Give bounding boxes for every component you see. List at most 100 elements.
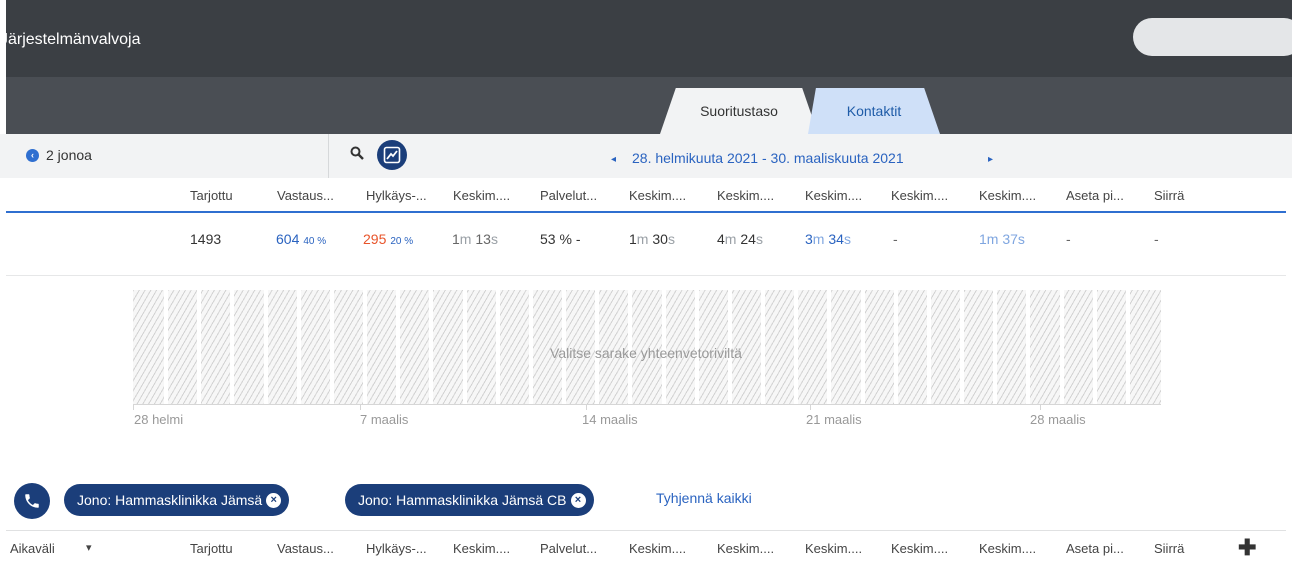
minutes-value: 1 (452, 231, 460, 247)
service-level-trend: - (575, 231, 581, 247)
column-header[interactable]: Aseta pi... (1066, 541, 1124, 556)
x-axis-label: 28 helmi (134, 412, 184, 427)
summary-answered-pct: 40 % (303, 236, 327, 247)
date-range-selector[interactable]: 28. helmikuuta 2021 - 30. maaliskuuta 20… (632, 150, 904, 166)
column-header[interactable]: Palvelut... (540, 541, 597, 556)
column-header-interval[interactable]: Aikaväli (10, 541, 55, 556)
x-axis-label: 7 maalis (360, 412, 409, 427)
tab-bar (6, 77, 1292, 134)
remove-chip-icon[interactable]: × (570, 492, 586, 508)
column-header[interactable]: Keskim.... (891, 541, 948, 556)
summary-avg-2[interactable]: 1m 30s (629, 231, 675, 247)
column-header[interactable]: Keskim.... (979, 188, 1036, 203)
x-tick (810, 404, 811, 410)
summary-avg-3[interactable]: 4m 24s (717, 231, 763, 247)
summary-offered[interactable]: 1493 (190, 231, 221, 247)
trend-chart-icon[interactable] (377, 140, 407, 170)
seconds-value: 13 (475, 231, 491, 247)
minutes-value: 4 (717, 231, 725, 247)
minutes-value: 3 (805, 231, 813, 247)
minutes-value: 1 (629, 231, 637, 247)
date-next-button[interactable]: ▸ (988, 154, 993, 165)
minutes-unit: m (812, 231, 825, 247)
column-header[interactable]: Tarjottu (190, 188, 233, 203)
seconds-value: 24 (740, 231, 756, 247)
minutes-unit: m (636, 231, 649, 247)
column-header[interactable]: Keskim.... (629, 188, 686, 203)
summary-avg-5[interactable]: - (893, 231, 898, 247)
seconds-value: 30 (652, 231, 668, 247)
phone-icon[interactable] (14, 483, 50, 519)
trend-chart-glyph (383, 146, 401, 164)
app-title: Järjestelmänvalvoja (0, 31, 141, 48)
global-search-input[interactable] (1133, 18, 1292, 56)
filter-chip[interactable]: Jono: Hammasklinikka Jämsä CB × (345, 484, 594, 516)
summary-answered-value: 604 (276, 231, 300, 247)
bottom-table-divider (6, 530, 1286, 531)
top-bar (0, 0, 1292, 77)
column-header[interactable]: Hylkäys-... (366, 188, 427, 203)
header-divider (6, 211, 1286, 213)
column-header[interactable]: Keskim.... (717, 188, 774, 203)
search-icon[interactable] (350, 146, 364, 160)
x-tick (133, 404, 134, 410)
x-tick (1040, 404, 1041, 410)
filter-chip[interactable]: Jono: Hammasklinikka Jämsä × (64, 484, 290, 516)
column-header[interactable]: Hylkäys-... (366, 541, 427, 556)
seconds-value: 34 (828, 231, 844, 247)
seconds-unit: s (755, 231, 763, 247)
column-header[interactable]: Keskim.... (979, 541, 1036, 556)
column-header[interactable]: Keskim.... (891, 188, 948, 203)
queue-count-link[interactable]: 2 jonoa (46, 147, 92, 163)
service-level-value: 53 % (540, 231, 572, 247)
minutes-unit: m (459, 231, 472, 247)
sort-dropdown-icon[interactable]: ▾ (86, 541, 92, 554)
seconds-unit: s (667, 231, 675, 247)
summary-avg-4[interactable]: 3m 34s (805, 231, 851, 247)
x-tick (360, 404, 361, 410)
tab-kontaktit[interactable]: Kontaktit (808, 88, 940, 134)
column-header[interactable]: Vastaus... (277, 541, 334, 556)
summary-set-priority[interactable]: - (1066, 231, 1071, 247)
summary-abandoned-value: 295 (363, 231, 387, 247)
filter-chip-label: Jono: Hammasklinikka Jämsä CB (358, 492, 567, 508)
column-header[interactable]: Keskim.... (629, 541, 686, 556)
summary-answered[interactable]: 604 40 % (276, 231, 326, 247)
column-header[interactable]: Vastaus... (277, 188, 334, 203)
column-header[interactable]: Aseta pi... (1066, 188, 1124, 203)
summary-abandoned[interactable]: 295 20 % (363, 231, 413, 247)
x-axis-label: 14 maalis (582, 412, 638, 427)
filter-chip-label: Jono: Hammasklinikka Jämsä (77, 492, 263, 508)
toolbar-divider (328, 134, 329, 178)
date-prev-button[interactable]: ◂ (611, 154, 616, 165)
back-arrow-icon[interactable]: ‹ (26, 149, 39, 162)
summary-transfer[interactable]: - (1154, 231, 1159, 247)
summary-avg-1[interactable]: 1m 13s (452, 231, 498, 247)
minutes-unit: m (724, 231, 737, 247)
x-axis-label: 21 maalis (806, 412, 862, 427)
summary-divider (6, 275, 1286, 276)
phone-glyph (25, 494, 39, 508)
column-header[interactable]: Keskim.... (717, 541, 774, 556)
column-header[interactable]: Keskim.... (453, 541, 510, 556)
column-header[interactable]: Palvelut... (540, 188, 597, 203)
column-header[interactable]: Siirrä (1154, 541, 1184, 556)
column-header[interactable]: Keskim.... (453, 188, 510, 203)
summary-service-level[interactable]: 53 % - (540, 231, 580, 247)
chart-x-axis (133, 404, 1161, 405)
summary-abandoned-pct: 20 % (390, 236, 414, 247)
seconds-unit: s (843, 231, 851, 247)
remove-chip-icon[interactable]: × (266, 492, 282, 508)
seconds-unit: s (490, 231, 498, 247)
column-header[interactable]: Keskim.... (805, 541, 862, 556)
column-header[interactable]: Siirrä (1154, 188, 1184, 203)
column-header[interactable]: Keskim.... (805, 188, 862, 203)
tab-suoritustaso[interactable]: Suoritustaso (660, 88, 818, 134)
chart-hint: Valitse sarake yhteenvetoriviltä (550, 345, 742, 361)
column-header[interactable]: Tarjottu (190, 541, 233, 556)
x-tick (586, 404, 587, 410)
summary-avg-6[interactable]: 1m 37s (979, 231, 1025, 247)
clear-all-link[interactable]: Tyhjennä kaikki (656, 490, 752, 506)
x-axis-label: 28 maalis (1030, 412, 1086, 427)
add-column-icon[interactable]: ✚ (1238, 535, 1256, 561)
